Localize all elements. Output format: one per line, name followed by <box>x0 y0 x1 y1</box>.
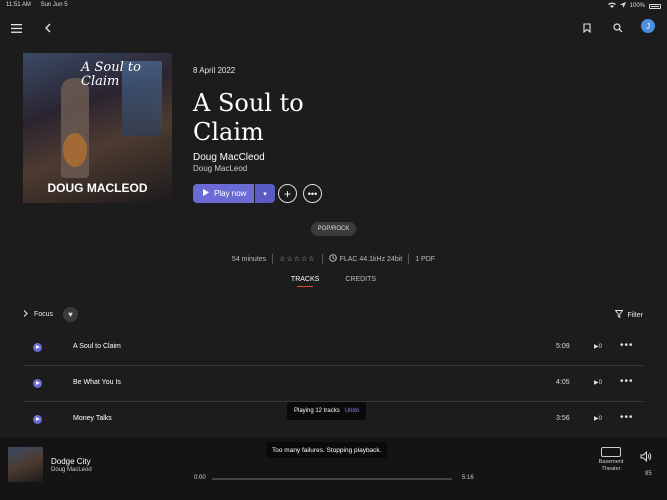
toast-message: Playing 12 tracks <box>294 408 340 414</box>
filter-button[interactable]: Filter <box>615 310 643 320</box>
quality-info: FLAC 44.1kHz 24bit <box>328 254 403 264</box>
elapsed-time: 0:00 <box>194 475 206 481</box>
track-more-icon[interactable]: ••• <box>620 340 634 351</box>
album-cover: A Soul to Claim DOUG MACLEOD <box>23 53 172 203</box>
now-playing-title[interactable]: Dodge City <box>51 457 91 466</box>
track-title: Money Talks <box>73 415 112 422</box>
track-play-count: ▶0 <box>594 416 602 422</box>
filter-label: Filter <box>627 311 643 319</box>
track-title: A Soul to Claim <box>73 343 121 350</box>
track-play-icon[interactable] <box>33 343 42 352</box>
tab-credits[interactable]: CREDITS <box>345 276 376 287</box>
artist-link-secondary[interactable]: Doug MacLeod <box>193 164 247 173</box>
divider <box>408 254 410 264</box>
bookmark-icon[interactable] <box>579 20 595 36</box>
wifi-icon <box>607 2 616 10</box>
play-icon <box>203 189 209 198</box>
track-title: Be What You Is <box>73 379 121 386</box>
audio-quality: FLAC 44.1kHz 24bit <box>339 255 403 263</box>
speaker-device-icon <box>601 447 621 457</box>
chevron-down-icon: ▾ <box>263 190 267 198</box>
error-toast: Too many failures. Stopping playback. <box>266 442 388 458</box>
cover-guitar <box>63 133 87 167</box>
focus-label: Focus <box>34 311 54 318</box>
track-list: A Soul to Claim 5:09 ▶0 ••• Be What You … <box>23 330 643 438</box>
status-bar: 11:51 AM Sun Jun 5 100% <box>0 0 667 12</box>
avatar[interactable]: J <box>641 19 655 33</box>
release-date: 8 April 2022 <box>193 66 236 75</box>
pdf-booklet[interactable]: 1 PDF <box>415 256 435 263</box>
more-options-button[interactable]: ••• <box>303 184 322 203</box>
tab-tracks[interactable]: TRACKS <box>291 276 319 287</box>
filter-icon <box>615 310 624 320</box>
track-row[interactable]: A Soul to Claim 5:09 ▶0 ••• <box>23 330 643 366</box>
battery-percent: 100% <box>629 3 645 9</box>
rating-stars[interactable]: ☆☆☆☆☆ <box>279 255 315 263</box>
total-time: 5:16 <box>462 475 474 481</box>
heart-icon: ♥ <box>68 310 73 319</box>
plus-icon: + <box>283 186 291 201</box>
output-device-button[interactable]: Basement Theater <box>594 447 628 473</box>
album-tabs: TRACKS CREDITS <box>0 276 667 287</box>
play-options-dropdown[interactable]: ▾ <box>255 184 275 203</box>
location-icon <box>619 2 626 10</box>
album-duration: 54 minutes <box>231 255 267 263</box>
track-duration: 5:09 <box>556 343 570 350</box>
playing-toast: Playing 12 tracks Undo <box>287 402 367 420</box>
back-icon[interactable] <box>39 20 55 36</box>
status-time: 11:51 AM <box>6 2 31 8</box>
track-duration: 4:05 <box>556 379 570 386</box>
track-row[interactable]: Be What You Is 4:05 ▶0 ••• <box>23 366 643 402</box>
volume-level: 85 <box>645 471 652 477</box>
track-duration: 3:56 <box>556 415 570 422</box>
track-play-count: ▶0 <box>594 344 602 350</box>
track-more-icon[interactable]: ••• <box>620 376 634 387</box>
progress-bar[interactable] <box>212 478 452 480</box>
divider <box>272 254 274 264</box>
divider <box>321 254 323 264</box>
now-playing-artist[interactable]: Doug MacLeod <box>51 467 92 473</box>
album-title: A Soul to Claim <box>193 89 304 146</box>
artist-link-primary[interactable]: Doug MacCleod <box>193 152 265 163</box>
cover-title: A Soul to Claim <box>81 60 141 89</box>
top-bar: J <box>0 14 667 42</box>
album-meta: 54 minutes ☆☆☆☆☆ FLAC 44.1kHz 24bit 1 PD… <box>0 254 667 264</box>
play-now-button[interactable]: Play now <box>193 184 254 203</box>
menu-icon[interactable] <box>8 20 24 36</box>
device-name: Basement Theater <box>598 459 624 473</box>
status-date: Sun Jun 5 <box>40 2 68 8</box>
genre-tag[interactable]: POP/ROCK <box>311 222 356 236</box>
track-play-count: ▶0 <box>594 380 602 386</box>
more-icon: ••• <box>307 188 318 199</box>
now-playing-artwork[interactable] <box>8 447 43 482</box>
play-now-label: Play now <box>214 189 247 198</box>
favorite-button[interactable]: ♥ <box>63 307 78 322</box>
track-more-icon[interactable]: ••• <box>620 412 634 423</box>
undo-button[interactable]: Undo <box>345 408 359 414</box>
search-icon[interactable] <box>610 20 626 36</box>
track-play-icon[interactable] <box>33 379 42 388</box>
battery-icon <box>649 3 661 9</box>
chevron-right-icon <box>23 310 28 319</box>
cover-artist: DOUG MACLEOD <box>47 181 148 195</box>
track-play-icon[interactable] <box>33 415 42 424</box>
focus-toggle[interactable]: Focus <box>23 310 53 319</box>
play-button-group: Play now ▾ <box>193 184 275 203</box>
volume-icon[interactable] <box>640 450 652 465</box>
hires-icon <box>328 254 337 264</box>
add-to-playlist-button[interactable]: + <box>278 184 297 203</box>
